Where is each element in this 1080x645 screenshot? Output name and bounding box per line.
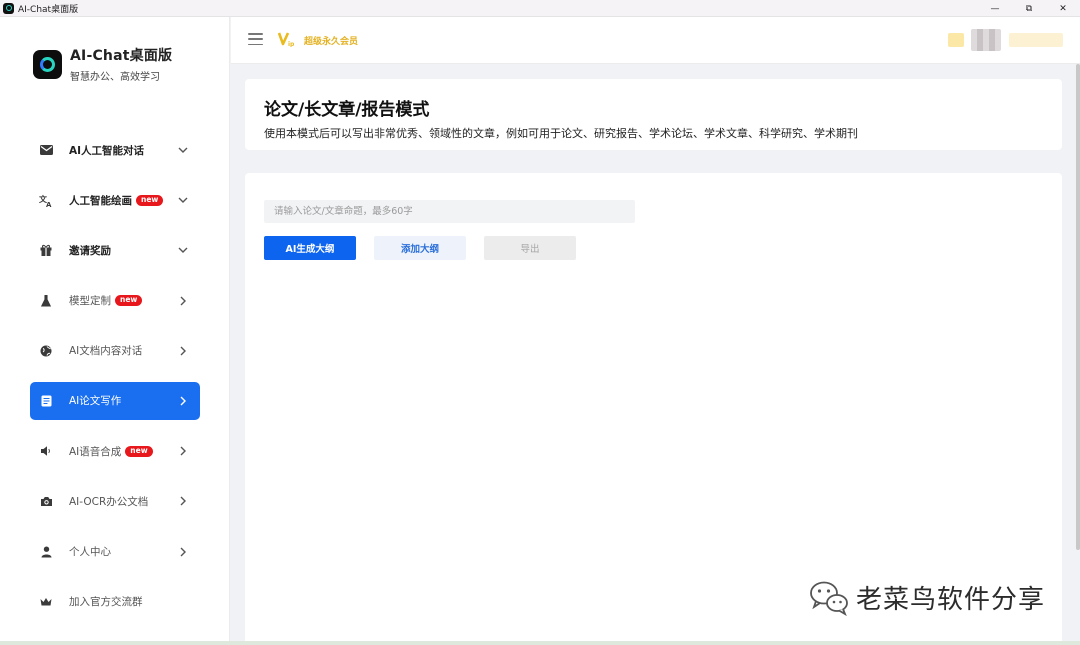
- sidebar-item-label: AI语音合成: [69, 445, 122, 458]
- mode-intro-card: 论文/长文章/报告模式 使用本模式后可以写出非常优秀、领域性的文章，例如可用于论…: [245, 79, 1062, 150]
- sidebar-item-invite-rewards[interactable]: 邀请奖励: [30, 231, 200, 269]
- svg-text:A: A: [46, 201, 52, 207]
- app-logo-icon: [3, 2, 14, 14]
- sidebar-item-label: AI人工智能对话: [69, 144, 145, 157]
- chevron-right-icon: [176, 545, 190, 559]
- user-profile[interactable]: [948, 29, 1063, 51]
- camera-icon: [39, 494, 53, 508]
- svg-text:ip: ip: [288, 41, 295, 47]
- sidebar-item-ai-painting[interactable]: 文A 人工智能绘画 new: [30, 181, 200, 219]
- speaker-icon: [39, 444, 53, 458]
- chevron-right-icon: [176, 344, 190, 358]
- sidebar-item-label: AI-OCR办公文档: [69, 495, 149, 508]
- user-name: [1009, 33, 1063, 47]
- top-header: ip 超级永久会员: [231, 17, 1080, 64]
- sidebar-item-ocr[interactable]: AI-OCR办公文档: [30, 482, 200, 520]
- chevron-right-icon: [176, 394, 190, 408]
- sidebar-item-label: AI论文写作: [69, 395, 122, 408]
- sidebar-item-ai-chat[interactable]: AI人工智能对话: [30, 131, 200, 169]
- user-icon: [39, 545, 53, 559]
- chevron-down-icon: [176, 193, 190, 207]
- window-title: AI-Chat桌面版: [18, 4, 79, 15]
- gift-icon: [39, 243, 53, 257]
- new-badge: new: [115, 295, 143, 307]
- vip-status-label: 超级永久会员: [304, 37, 359, 47]
- document-icon: [39, 394, 53, 408]
- vip-icon: ip: [278, 32, 295, 47]
- sidebar-item-label: 邀请奖励: [69, 244, 111, 257]
- export-button[interactable]: 导出: [484, 236, 576, 260]
- minimize-button[interactable]: —: [978, 0, 1012, 17]
- sidebar-item-personal-center[interactable]: 个人中心: [30, 533, 200, 571]
- hamburger-menu-icon[interactable]: [248, 33, 263, 45]
- scrollbar[interactable]: [1076, 64, 1080, 550]
- sidebar-item-join-group[interactable]: 加入官方交流群: [30, 583, 200, 621]
- paper-workspace: AI生成大纲 添加大纲 导出: [245, 173, 1062, 645]
- globe-icon: [39, 344, 53, 358]
- watermark: 老菜鸟软件分享: [808, 578, 1045, 616]
- window-bottom-edge: [0, 641, 1080, 645]
- page-title: 论文/长文章/报告模式: [264, 100, 430, 120]
- chevron-right-icon: [176, 294, 190, 308]
- generate-outline-button[interactable]: AI生成大纲: [264, 236, 356, 260]
- wechat-icon: [810, 581, 848, 616]
- chevron-down-icon: [176, 243, 190, 257]
- brand-logo-icon: [33, 49, 62, 79]
- sidebar-item-label: 加入官方交流群: [69, 596, 143, 609]
- chevron-down-icon: [176, 143, 190, 157]
- brand-name: AI-Chat桌面版: [70, 48, 173, 64]
- chevron-right-icon: [176, 444, 190, 458]
- avatar[interactable]: [971, 29, 1001, 51]
- sidebar: AI-Chat桌面版 智慧办公、高效学习 AI人工智能对话 文A 人工智能绘画 …: [0, 17, 230, 645]
- new-badge: new: [125, 445, 153, 457]
- flask-icon: [39, 294, 53, 308]
- brand: AI-Chat桌面版 智慧办公、高效学习: [33, 45, 172, 83]
- translate-icon: 文A: [39, 193, 53, 207]
- crown-icon: [39, 595, 53, 609]
- maximize-button[interactable]: ⧉: [1012, 0, 1046, 17]
- window-titlebar: AI-Chat桌面版 — ⧉ ✕: [0, 0, 1080, 17]
- watermark-text: 老菜鸟软件分享: [856, 584, 1046, 615]
- sidebar-item-speech-synthesis[interactable]: AI语音合成 new: [30, 432, 200, 470]
- sidebar-item-label: AI文档内容对话: [69, 345, 143, 358]
- sidebar-item-doc-chat[interactable]: AI文档内容对话: [30, 332, 200, 370]
- chevron-right-icon: [176, 494, 190, 508]
- sidebar-item-label: 模型定制: [69, 295, 111, 308]
- user-level-badge: [948, 33, 964, 47]
- new-badge: new: [136, 194, 164, 206]
- sidebar-item-model-custom[interactable]: 模型定制 new: [30, 282, 200, 320]
- window-controls: — ⧉ ✕: [978, 0, 1080, 17]
- sidebar-item-paper-writing[interactable]: AI论文写作: [30, 381, 200, 420]
- sidebar-item-label: 人工智能绘画: [69, 194, 132, 207]
- page-description: 使用本模式后可以写出非常优秀、领域性的文章，例如可用于论文、研究报告、学术论坛、…: [264, 127, 858, 140]
- topic-input[interactable]: [264, 200, 635, 223]
- mail-icon: [39, 143, 53, 157]
- add-outline-button[interactable]: 添加大纲: [374, 236, 466, 260]
- sidebar-item-label: 个人中心: [69, 546, 111, 558]
- close-button[interactable]: ✕: [1046, 0, 1080, 17]
- sidebar-menu: AI人工智能对话 文A 人工智能绘画 new 邀请奖励 模型定制 new AI文…: [30, 131, 200, 633]
- brand-tagline: 智慧办公、高效学习: [70, 72, 160, 83]
